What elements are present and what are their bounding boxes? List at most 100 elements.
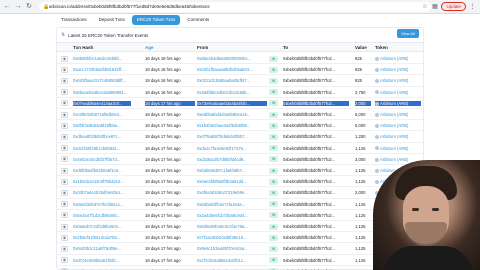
txn-hash-link[interactable]: 0x8e0d3d0d7e7bcfd64c1... (73, 202, 131, 207)
eye-icon[interactable]: ◉ (61, 77, 68, 84)
presenter-left-eye (412, 208, 419, 211)
eye-icon[interactable]: ◉ (61, 234, 68, 241)
to-address: 0xbeb0d5f8fb3bd0f577fcd... (283, 145, 335, 151)
token-link[interactable]: Arbitrum (ARB) (375, 56, 421, 61)
txn-hash-link[interactable]: 0x8608bfec1a5dcc9d6fd... (73, 56, 131, 61)
eye-icon[interactable]: ◉ (61, 167, 68, 174)
from-address-link[interactable]: 0x02b1fbaaaa8bdb4b5ab04... (197, 67, 267, 72)
txn-hash-link[interactable]: 0x6beaeba4bec4ab880891... (73, 90, 131, 95)
from-address-link[interactable]: 0x8d0a03ffc0e7cfa2e4a... (197, 202, 267, 207)
eye-icon[interactable]: ◉ (61, 201, 68, 208)
eye-icon[interactable]: ◉ (61, 212, 68, 219)
token-link[interactable]: Arbitrum (ARB) (375, 78, 421, 83)
bookmark-star-icon[interactable]: ☆ (421, 3, 428, 10)
from-address-link[interactable]: 0xe6bfa5bd3d4a6b9bea15... (197, 112, 267, 117)
from-address-link[interactable]: 0xd2d6a1f57d8b0fd4cd9... (197, 157, 267, 162)
eye-icon[interactable]: ◉ (61, 178, 68, 185)
token-link[interactable]: Arbitrum (ARB) (375, 123, 421, 128)
browser-toolbar: ← → ↻ 🔒 arbiscan.io/address/0xbeb0d5f8fb… (0, 0, 480, 14)
txn-hash-link[interactable]: 0x07eadd6a4e413aa3c0... (73, 100, 131, 106)
eye-icon[interactable]: ◉ (61, 245, 68, 252)
txn-hash-link[interactable]: 0xc5f8020b8716f9db0e4... (73, 112, 131, 117)
eye-icon[interactable]: ◉ (61, 89, 68, 96)
forward-arrow-icon[interactable]: → (14, 3, 22, 11)
from-address-link[interactable]: 0x7f1ae4b02c8d6f39e1b... (197, 235, 267, 240)
age-cell: 18 days 17 hrs ago (145, 156, 181, 162)
eye-icon[interactable]: ◉ (61, 133, 68, 140)
token-name: Arbitrum (ARB) (380, 112, 409, 117)
eye-icon[interactable]: ◉ (61, 189, 68, 196)
from-address-link[interactable]: 0x0ee2bbf9a8f3b3a61dd... (197, 179, 267, 184)
txn-hash-link[interactable]: 0x94d3b2c11a8f76d05e... (73, 246, 131, 251)
token-link[interactable]: Arbitrum (ARB) (375, 100, 421, 106)
to-address: 0xbeb0d5f8fb3bd0f577fcd... (283, 67, 335, 73)
to-address: 0xbeb0d5f8fb3bd0f577fcd... (283, 134, 335, 140)
tab-deposit-txns[interactable]: Deposit Txns (94, 15, 130, 25)
from-address-link[interactable]: 0x8be4b4d9aa00000000bc... (197, 56, 267, 61)
from-address-link[interactable]: 0x1b4fa525ae4a4f64b6f88... (197, 123, 267, 128)
from-address-link[interactable]: 0x73e9ca5aaeb3a4ba5f4b... (197, 100, 267, 106)
tab-erc20-token-txns[interactable]: ERC20 Token Txns (131, 15, 181, 25)
more-menu-icon[interactable]: ⋮ (469, 3, 476, 10)
direction-badge: IN (269, 66, 278, 73)
direction-badge: IN (269, 100, 278, 107)
tab-comments[interactable]: Comments (182, 15, 214, 25)
from-address-link[interactable]: 0x1f7d3c5a8b6e4d2f01c... (197, 258, 267, 263)
from-address-link[interactable]: 0x2a4d5e5f1b7d0a8c9d4... (197, 213, 267, 218)
eye-icon[interactable]: ◉ (61, 156, 68, 163)
eye-icon[interactable]: ◉ (61, 223, 68, 230)
txn-hash-link[interactable]: 0xd7c4e3e8b5a61f0d2... (73, 258, 131, 263)
txn-hash-link[interactable]: 0x1b0da1e43c8f79b42e2... (73, 179, 131, 184)
column-header-age[interactable]: Age (145, 45, 154, 50)
token-name: Arbitrum (ARB) (380, 67, 409, 73)
from-address-link[interactable]: 0x3d4f6be2db013b13c58b... (197, 90, 267, 95)
token-link[interactable]: Arbitrum (ARB) (375, 112, 421, 117)
txn-hash-link[interactable]: 0x33b7a4e1b25df4e83e1... (73, 190, 131, 195)
value-cell: 825 (355, 56, 362, 61)
token-link[interactable]: Arbitrum (ARB) (375, 90, 421, 95)
token-link[interactable]: Arbitrum (ARB) (375, 67, 421, 72)
from-address-link[interactable]: 0x6d9a09b16e3c2f4e78a... (197, 224, 267, 229)
browser-update-button[interactable]: Update (441, 2, 466, 11)
eye-icon[interactable]: ◉ (61, 111, 68, 118)
from-address-link[interactable]: 0xd7f5ab5f7bd6ddc0f8b7... (197, 134, 267, 139)
txn-hash-link[interactable]: 0xacc1734b5a2bb8181bff... (73, 67, 131, 72)
from-address-link[interactable]: 0x4f6a3d1b8cd7219eb9e... (197, 190, 267, 195)
txn-hash-link[interactable]: 0xd0f0ba4fb04b0a6f1c8... (73, 168, 131, 173)
token-link[interactable]: Arbitrum (ARB) (375, 146, 421, 151)
eye-icon[interactable]: ◉ (61, 145, 68, 152)
eye-icon[interactable]: ◉ (61, 122, 68, 129)
txn-hash-link[interactable]: 0xd1f2b0f25b1cb0b8d1... (73, 146, 131, 151)
address-bar[interactable]: 🔒 arbiscan.io/address/0xbeb0d5f8fb3bd0f5… (39, 1, 431, 12)
eye-icon[interactable]: ◉ (61, 55, 68, 62)
back-arrow-icon[interactable]: ← (3, 3, 11, 11)
from-address-link[interactable]: 0x9e6c1b3a4d5f70e2c8a... (197, 246, 267, 251)
token-name: Arbitrum (ARB) (380, 56, 409, 61)
arbitrum-token-icon (375, 157, 379, 162)
txn-hash-link[interactable]: 0xdbea8f1f8d50fbce67c... (73, 134, 131, 139)
card-header: ⇅ Latest 25 ERC20 Token Transfer Events (61, 32, 148, 38)
from-address-link[interactable]: 0xf4d8e6d87c1fa6f48b7... (197, 168, 267, 173)
eye-icon[interactable]: ◉ (61, 257, 68, 264)
from-address-link[interactable]: 0xda1c7fa4e5e92f1737e... (197, 146, 267, 151)
tab-transactions[interactable]: Transactions (56, 15, 92, 25)
token-name: Arbitrum (ARB) (380, 123, 409, 129)
token-link[interactable]: Arbitrum (ARB) (375, 134, 421, 139)
reload-icon[interactable]: ↻ (25, 3, 33, 11)
from-address-link[interactable]: 0x0211d1356baa0a05dfd7... (197, 78, 267, 83)
txn-hash-link[interactable]: 0x8f3f3e6bb4a9f19fb8a... (73, 123, 131, 128)
eye-icon[interactable]: ◉ (61, 66, 68, 73)
txn-hash-link[interactable]: 0x2b5ef31f5d13cda7b5... (73, 235, 131, 240)
extension-icon[interactable]: ▦ (431, 3, 438, 10)
value-cell: 1,125 (355, 179, 366, 185)
eye-icon[interactable]: ◉ (61, 100, 68, 107)
txn-hash-link[interactable]: 0x4e52e16c3bf37fbb7d... (73, 157, 131, 162)
txn-hash-link[interactable]: 0x0a6ab7c42f3d8be5c9... (73, 224, 131, 229)
txn-hash-link[interactable]: 0x5e3a47f1d2cfb9b46b... (73, 213, 131, 218)
direction-badge: IN (269, 212, 278, 219)
table-row: ◉ 0xd1f2b0f25b1cb0b8d1... 18 days 17 hrs a… (57, 143, 423, 154)
column-header-token: Token (375, 45, 388, 50)
txn-hash-link[interactable]: 0x6d3fbaac017148850d6ff... (73, 78, 131, 83)
view-all-button[interactable]: View All (397, 29, 419, 38)
age-cell: 18 days 17 hrs ago (145, 100, 195, 106)
